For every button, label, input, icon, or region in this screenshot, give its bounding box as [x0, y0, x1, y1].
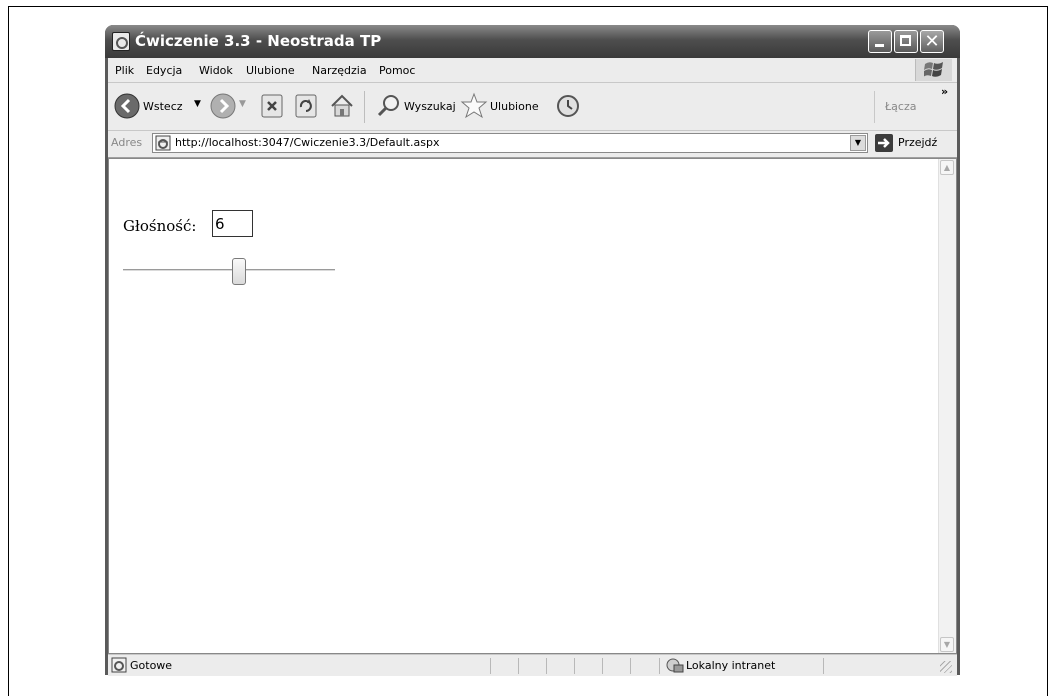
back-arrow-icon — [114, 93, 140, 119]
volume-label: Głośność: — [123, 217, 197, 235]
history-button[interactable] — [555, 93, 581, 122]
forward-arrow-icon — [210, 93, 236, 119]
volume-slider[interactable] — [123, 255, 335, 285]
close-icon: ✕ — [924, 31, 940, 52]
ie-page-icon — [155, 135, 171, 154]
search-icon — [377, 95, 399, 117]
address-label: Adres — [111, 136, 143, 149]
status-divider — [546, 658, 547, 674]
history-icon — [557, 95, 579, 117]
home-button[interactable] — [329, 93, 355, 122]
status-divider — [659, 658, 660, 674]
toolbar-separator — [874, 91, 875, 123]
star-icon — [460, 92, 488, 119]
favorites-button[interactable] — [460, 92, 488, 123]
browser-chrome: Plik Edycja Widok Ulubione Narzędzia Pom… — [108, 58, 957, 676]
address-url[interactable]: http://localhost:3047/Cwiczenie3.3/Defau… — [175, 136, 439, 149]
slider-thumb[interactable] — [232, 258, 246, 285]
back-label[interactable]: Wstecz — [143, 100, 183, 113]
status-divider — [518, 658, 519, 674]
address-bar: Adres http://localhost:3047/Cwiczenie3.3… — [108, 131, 957, 158]
scroll-down-arrow-icon[interactable]: ▼ — [940, 637, 954, 652]
title-bar[interactable]: Ćwiczenie 3.3 - Neostrada TP ✕ — [105, 25, 960, 58]
status-divider — [823, 658, 824, 674]
search-label[interactable]: Wyszukaj — [404, 100, 456, 113]
menu-tools[interactable]: Narzędzia — [312, 64, 367, 77]
status-bar: Gotowe Lokalny intranet — [108, 654, 957, 676]
maximize-button[interactable] — [894, 30, 918, 53]
status-divider — [490, 658, 491, 674]
menu-bar: Plik Edycja Widok Ulubione Narzędzia Pom… — [108, 58, 957, 83]
menu-view[interactable]: Widok — [199, 64, 233, 77]
address-field[interactable]: http://localhost:3047/Cwiczenie3.3/Defau… — [152, 133, 868, 153]
toolbar-separator — [364, 91, 365, 123]
minimize-button[interactable] — [868, 30, 892, 53]
refresh-button[interactable] — [295, 94, 317, 121]
zone-text: Lokalny intranet — [686, 659, 776, 672]
back-dropdown-icon[interactable]: ▼ — [194, 99, 201, 109]
stop-icon — [261, 94, 283, 118]
menu-edit[interactable]: Edycja — [146, 64, 182, 77]
window-title: Ćwiczenie 3.3 - Neostrada TP — [135, 32, 382, 50]
menu-file[interactable]: Plik — [115, 64, 134, 77]
ie-page-icon — [111, 657, 127, 676]
slider-track-shadow — [123, 270, 335, 271]
status-divider — [574, 658, 575, 674]
ie-page-icon — [112, 32, 130, 51]
status-divider — [602, 658, 603, 674]
favorites-label[interactable]: Ulubione — [490, 100, 539, 113]
volume-input[interactable] — [212, 210, 253, 237]
links-label[interactable]: Łącza — [885, 100, 917, 113]
menu-favorites[interactable]: Ulubione — [246, 64, 295, 77]
windows-flag-icon — [915, 59, 952, 81]
browser-window: Ćwiczenie 3.3 - Neostrada TP ✕ Plik Edyc… — [105, 25, 960, 676]
forward-button[interactable] — [210, 93, 236, 122]
refresh-icon — [295, 94, 317, 118]
forward-dropdown-icon[interactable]: ▼ — [239, 99, 246, 109]
stop-button[interactable] — [261, 94, 283, 121]
standard-toolbar: Wstecz ▼ ▼ Wyszukaj Ulubione Łącza » — [108, 83, 957, 131]
menu-help[interactable]: Pomoc — [379, 64, 415, 77]
status-text: Gotowe — [130, 659, 173, 672]
address-dropdown-icon[interactable]: ▼ — [850, 135, 866, 151]
toolbar-overflow-icon[interactable]: » — [941, 85, 948, 98]
intranet-icon — [664, 657, 684, 676]
go-arrow-icon[interactable] — [875, 134, 893, 152]
go-button-label[interactable]: Przejdź — [898, 136, 937, 149]
page-content: Głośność: ▲ ▼ — [108, 158, 957, 654]
scroll-up-arrow-icon[interactable]: ▲ — [940, 160, 954, 175]
close-button[interactable]: ✕ — [920, 30, 944, 53]
resize-grip-icon[interactable] — [940, 661, 952, 673]
home-icon — [331, 94, 353, 117]
status-divider — [630, 658, 631, 674]
vertical-scrollbar[interactable]: ▲ ▼ — [938, 159, 956, 653]
search-button[interactable] — [376, 93, 402, 122]
back-button[interactable] — [114, 93, 140, 122]
